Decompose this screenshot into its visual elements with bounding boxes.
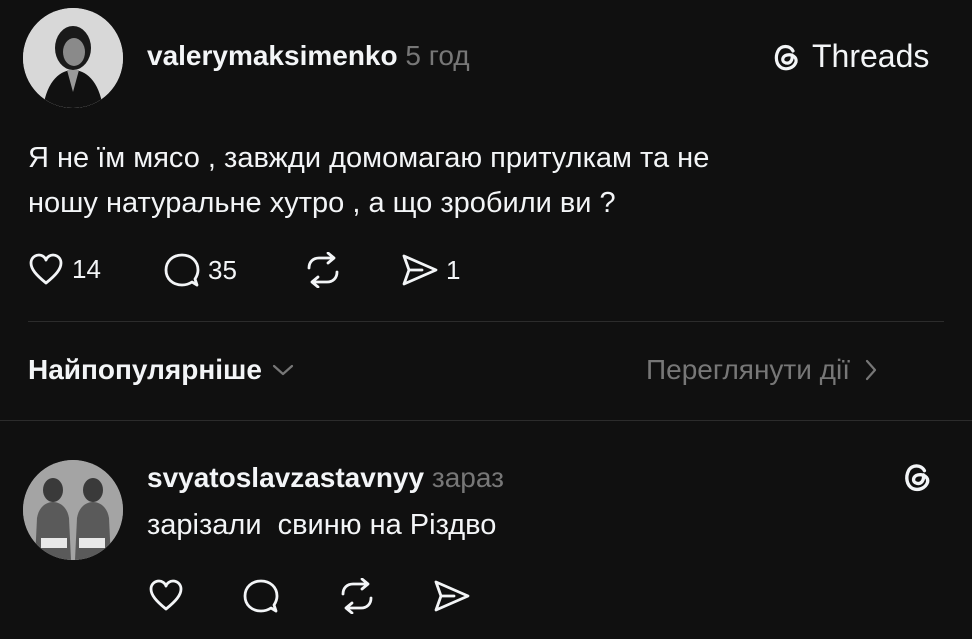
chevron-right-icon xyxy=(864,358,878,382)
threads-logo-icon xyxy=(768,39,804,75)
repost-icon xyxy=(303,252,343,288)
reply-username[interactable]: svyatoslavzastavnyy xyxy=(147,462,424,493)
divider xyxy=(0,420,972,421)
reply-text: зарізали свиню на Різдво xyxy=(147,509,497,541)
chevron-down-icon xyxy=(272,363,294,377)
like-count: 14 xyxy=(72,253,101,284)
comment-icon xyxy=(243,579,279,613)
post-header: valerymaksimenko 5 год xyxy=(147,40,470,72)
view-activity-label: Переглянути дії xyxy=(646,354,850,385)
reply-like-button[interactable] xyxy=(148,578,184,612)
reply-header: svyatoslavzastavnyy зараз xyxy=(147,462,504,494)
post-text-line: ношу натуральне хутро , а що зробили ви … xyxy=(28,187,616,219)
reply-author-avatar[interactable] xyxy=(23,460,123,560)
send-icon xyxy=(400,252,440,288)
post-reply-button[interactable]: 35 xyxy=(164,252,237,288)
threads-brand-label: Threads xyxy=(812,38,930,74)
reply-time: зараз xyxy=(431,462,504,493)
threads-brand: Threads xyxy=(768,38,929,75)
post-repost-button[interactable] xyxy=(303,252,343,288)
post-author-avatar[interactable] xyxy=(23,8,123,108)
post-time: 5 год xyxy=(405,40,470,71)
view-activity-link[interactable]: Переглянути дії xyxy=(646,354,878,386)
repost-icon xyxy=(341,578,373,614)
avatar-photo xyxy=(23,460,123,560)
send-icon xyxy=(434,580,470,612)
threads-logo-icon xyxy=(898,458,936,496)
post-text-line: Я не їм мясо , завжди домомагаю притулка… xyxy=(28,142,710,174)
comment-icon xyxy=(164,252,200,288)
sort-dropdown[interactable]: Найпопулярніше xyxy=(28,354,294,386)
heart-icon xyxy=(149,579,183,611)
heart-icon xyxy=(28,252,64,286)
post-share-button[interactable]: 1 xyxy=(400,252,460,288)
reply-count: 35 xyxy=(208,254,237,285)
reply-share-button[interactable] xyxy=(432,578,472,614)
sort-label: Найпопулярніше xyxy=(28,354,262,385)
avatar-photo xyxy=(23,8,123,108)
post-text: Я не їм мясо , завжди домомагаю притулка… xyxy=(28,136,709,226)
share-count: 1 xyxy=(446,254,461,285)
reply-comment-button[interactable] xyxy=(243,578,279,614)
reply-repost-button[interactable] xyxy=(337,578,377,614)
divider xyxy=(28,321,944,322)
post-like-button[interactable]: 14 xyxy=(28,252,101,286)
post-username[interactable]: valerymaksimenko xyxy=(147,40,398,71)
